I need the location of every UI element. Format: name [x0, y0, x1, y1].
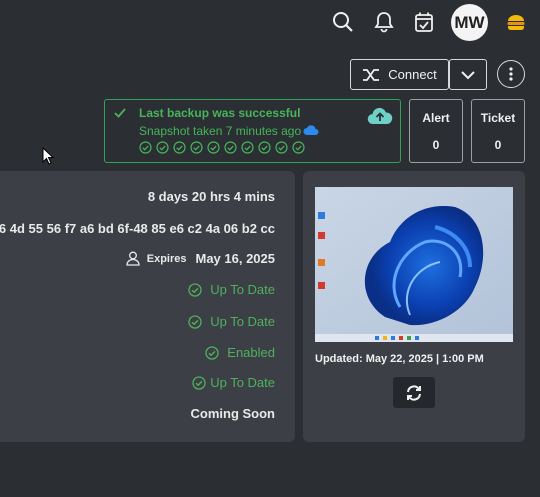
expires-label: Expires	[146, 252, 187, 265]
connect-icon	[363, 68, 380, 81]
avatar-initials: MW	[454, 12, 485, 32]
refresh-button[interactable]	[393, 377, 435, 408]
device-details-panel: 8 days 20 hrs 4 mins re-56 4d 55 56 f7 a…	[0, 171, 295, 442]
status-2-text: Up To Date	[210, 314, 275, 329]
ticket-stat[interactable]: Ticket 0	[471, 99, 525, 163]
status-row-1: Up To Date	[188, 282, 275, 297]
status-1-text: Up To Date	[210, 282, 275, 297]
calendar-check-icon[interactable]	[412, 10, 436, 34]
ticket-count: 0	[494, 138, 502, 152]
vertical-dots-icon	[509, 67, 513, 81]
check-circle-icon	[241, 141, 254, 154]
check-circle-icon	[188, 282, 202, 297]
bell-icon[interactable]	[372, 10, 396, 34]
burger-icon[interactable]	[505, 11, 527, 33]
ticket-label: Ticket	[480, 111, 516, 125]
screenshot-updated: Updated: May 22, 2025 | 1:00 PM	[315, 353, 484, 365]
mouse-cursor	[42, 147, 54, 165]
avatar[interactable]: MW	[451, 4, 488, 41]
check-circle-icon	[224, 141, 237, 154]
connect-options-button[interactable]	[449, 59, 487, 90]
connect-button[interactable]: Connect	[350, 59, 449, 90]
more-options-button[interactable]	[497, 60, 525, 88]
status-row-2: Up To Date	[188, 314, 275, 329]
status-4-text: Up To Date	[210, 375, 275, 390]
uptime-value: 8 days 20 hrs 4 mins	[147, 189, 275, 204]
check-circle-icon	[190, 141, 203, 154]
status-3-text: Enabled	[227, 345, 275, 360]
search-icon[interactable]	[331, 10, 355, 34]
status-row-3: Enabled	[205, 345, 275, 360]
check-circle-icon	[258, 141, 271, 154]
check-circle-icon	[156, 141, 169, 154]
check-circle-icon	[292, 141, 305, 154]
status-5-text: Coming Soon	[190, 406, 276, 421]
status-row-4: Up To Date	[192, 375, 275, 390]
check-circle-icon	[192, 375, 206, 390]
check-circle-icon	[207, 141, 220, 154]
refresh-icon	[407, 385, 421, 400]
cloud-upload-icon[interactable]	[367, 106, 393, 126]
alert-stat[interactable]: Alert 0	[409, 99, 463, 163]
serial-value: re-56 4d 55 56 f7 a6 bd 6f-48 85 e6 c2 4…	[0, 221, 275, 236]
check-circle-icon	[188, 314, 202, 329]
backup-title: Last backup was successful	[139, 106, 301, 120]
check-circle-icon	[173, 141, 186, 154]
connect-label: Connect	[388, 67, 437, 82]
backup-subtitle: Snapshot taken 7 minutes ago	[139, 124, 302, 138]
backup-status-card: Last backup was successful Snapshot take…	[104, 99, 401, 163]
expires-date: May 16, 2025	[195, 251, 275, 266]
backup-checks	[139, 141, 305, 154]
check-circle-icon	[205, 345, 219, 360]
screenshot-panel: Updated: May 22, 2025 | 1:00 PM	[303, 171, 525, 442]
desktop-screenshot-thumbnail[interactable]	[315, 187, 513, 342]
chevron-down-icon	[461, 70, 475, 79]
expires-row: Expires May 16, 2025	[126, 251, 275, 266]
check-circle-icon	[275, 141, 288, 154]
alert-count: 0	[432, 138, 440, 152]
user-icon	[126, 251, 140, 266]
alert-label: Alert	[422, 111, 450, 125]
check-icon	[114, 108, 126, 118]
onedrive-icon	[303, 125, 319, 135]
check-circle-icon	[139, 141, 152, 154]
